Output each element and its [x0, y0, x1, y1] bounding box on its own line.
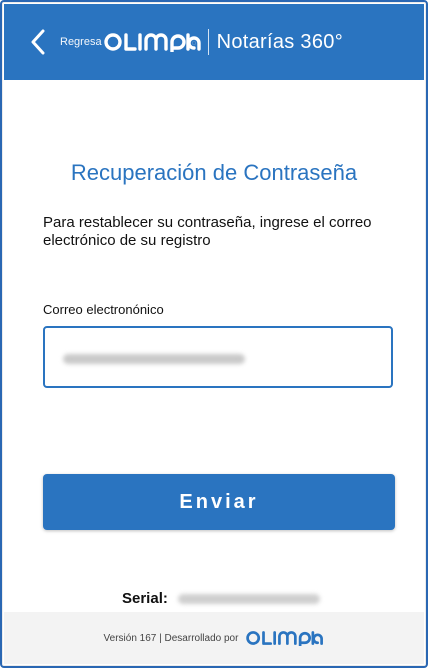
recovery-form: Recuperación de Contraseña Para restable… — [4, 80, 424, 612]
submit-button[interactable]: Enviar — [43, 474, 395, 530]
olimpia-logo — [103, 31, 202, 53]
product-name: Notarías 360° — [216, 30, 343, 53]
instructions-text: Para restablecer su contraseña, ingrese … — [43, 214, 372, 249]
olimpia-footer-logo — [246, 630, 324, 646]
serial-value-redacted — [177, 593, 320, 604]
email-label: Correo electronónico — [43, 302, 164, 317]
version-text: Versión 167 | Desarrollado por — [103, 632, 239, 644]
header-divider — [207, 29, 209, 55]
serial-row: Serial: — [122, 590, 320, 607]
back-button[interactable] — [24, 28, 52, 56]
app-frame: Regresa Notarías 360° Recuperación de Co… — [0, 0, 428, 668]
app-footer: Versión 167 | Desarrollado por — [4, 612, 424, 664]
email-field[interactable] — [43, 326, 393, 388]
page-title: Recuperación de Contraseña — [70, 160, 358, 185]
chevron-left-icon — [31, 29, 45, 55]
email-value-redacted — [63, 354, 245, 364]
serial-label: Serial: — [122, 590, 168, 607]
back-label[interactable]: Regresa — [60, 36, 102, 48]
app-header: Regresa Notarías 360° — [4, 4, 424, 80]
